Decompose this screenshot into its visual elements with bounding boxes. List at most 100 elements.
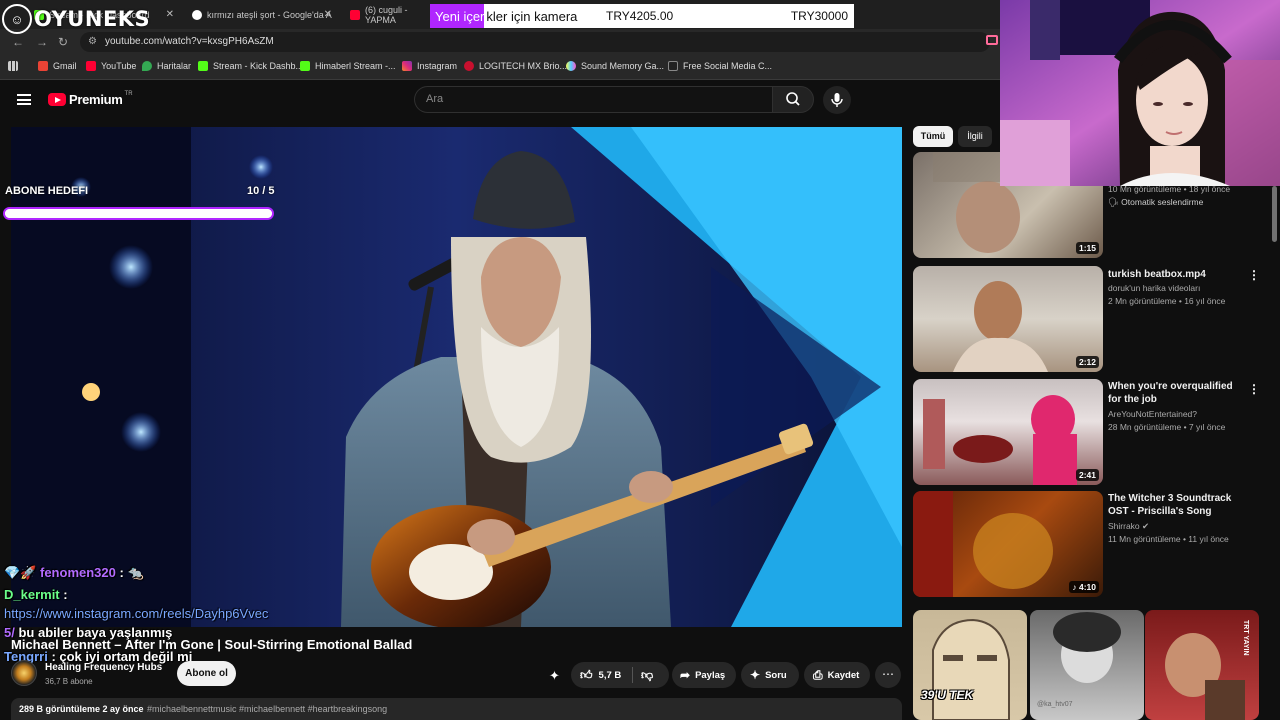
bookmark-instagram[interactable]: Instagram bbox=[402, 61, 457, 71]
video-duration: ♪ 4:10 bbox=[1069, 581, 1099, 593]
kick-icon bbox=[300, 61, 310, 71]
bookmark-logitech[interactable]: LOGITECH MX Brio... bbox=[464, 61, 567, 71]
youtube-icon bbox=[86, 61, 96, 71]
related-video-title[interactable]: The Witcher 3 Soundtrack OST - Priscilla… bbox=[1108, 492, 1243, 518]
bookmark-free-social[interactable]: Free Social Media C... bbox=[668, 61, 772, 71]
site-info-icon[interactable]: ⚙ bbox=[88, 36, 97, 47]
related-video-thumbnail[interactable]: 2:41 bbox=[913, 379, 1103, 485]
stream-logo: ☺ OYUNEKS bbox=[2, 2, 150, 36]
thumbnail-image bbox=[932, 618, 1010, 720]
url-field[interactable]: ⚙ youtube.com/watch?v=kxsgPH6AsZM bbox=[80, 32, 990, 52]
thumbnail-image bbox=[953, 281, 1048, 372]
search-input[interactable] bbox=[426, 93, 726, 105]
close-tab-icon[interactable]: ✕ bbox=[324, 9, 332, 20]
bookmark-youtube[interactable]: YouTube bbox=[86, 61, 136, 71]
bookmark-maps[interactable]: Haritalar bbox=[142, 61, 191, 71]
related-video-channel[interactable]: AreYouNotEntertained? bbox=[1108, 408, 1248, 421]
voice-search-button[interactable] bbox=[823, 86, 851, 114]
video-duration: 2:12 bbox=[1075, 356, 1099, 368]
bookmark-kick-dashboard[interactable]: Stream - Kick Dashb... bbox=[198, 61, 303, 71]
like-icon[interactable]: 👍︎ bbox=[580, 668, 593, 683]
donation-alert-banner: Yeni içer kler için kamera TRY4205.00 TRY… bbox=[430, 4, 854, 28]
short-caption: 39'U TEK bbox=[921, 688, 974, 702]
search-icon bbox=[786, 92, 800, 106]
related-video-thumbnail[interactable]: ♪ 4:10 bbox=[913, 491, 1103, 597]
channel-name[interactable]: Healing Frequency Hubs bbox=[45, 662, 162, 673]
bookmark-gmail[interactable]: Gmail bbox=[38, 61, 77, 71]
gmail-icon bbox=[38, 61, 48, 71]
divider bbox=[632, 667, 633, 683]
channel-avatar[interactable] bbox=[11, 660, 37, 686]
chat-username: fenomen320 bbox=[40, 565, 116, 580]
forward-icon[interactable]: → bbox=[36, 35, 48, 49]
instagram-icon bbox=[402, 61, 412, 71]
thumbnail-image bbox=[923, 395, 1077, 485]
video-frame bbox=[11, 127, 902, 627]
person-voice-icon: 🗣︎ bbox=[1108, 197, 1119, 207]
search-box bbox=[414, 86, 772, 113]
reload-icon[interactable]: ↻ bbox=[58, 35, 68, 49]
apps-icon[interactable] bbox=[8, 61, 23, 71]
ask-sparkle-icon: ✦ bbox=[750, 668, 761, 682]
description-box[interactable]: 289 B görüntüleme 2 ay önce #michaelbenn… bbox=[11, 698, 902, 720]
subscriber-goal-title: ABONE HEDEFI bbox=[5, 185, 89, 197]
chat-link: https://www.instagram.com/reels/Dayhp6Vv… bbox=[4, 606, 269, 621]
related-video-meta: 2 Mn görüntüleme • 16 yıl önce bbox=[1108, 296, 1226, 306]
browser-tab-google[interactable]: kırmızı ateşli şort - Google'da A ✕ bbox=[186, 4, 336, 26]
save-button[interactable]: ⎙ Kaydet bbox=[804, 662, 870, 688]
subscriber-goal-progress-fill bbox=[5, 209, 272, 218]
auto-dubbed-label: 🗣︎ Otomatik seslendirme bbox=[1108, 197, 1204, 207]
ask-button[interactable]: ✦ Soru bbox=[741, 662, 799, 688]
hashtags[interactable]: #michaelbennettmusic #michaelbennett #he… bbox=[147, 704, 387, 714]
related-video-title[interactable]: turkish beatbox.mp4 bbox=[1108, 268, 1243, 281]
related-video-title[interactable]: When you're overqualified for the job bbox=[1108, 380, 1243, 406]
bookmark-himaberl[interactable]: Himaberl Stream -... bbox=[300, 61, 396, 71]
filter-chip-related[interactable]: İlgili bbox=[958, 126, 992, 147]
short-thumbnail[interactable] bbox=[913, 610, 1027, 720]
youtube-play-icon bbox=[48, 93, 66, 106]
logo-region: TR bbox=[124, 90, 133, 97]
youtube-icon bbox=[350, 10, 360, 20]
vimeo-icon bbox=[668, 61, 678, 71]
youtube-premium-logo[interactable]: Premium TR bbox=[48, 90, 133, 107]
browser-tab-youtube[interactable]: (6) cuguli - YAPMA bbox=[344, 4, 434, 26]
game-icon bbox=[566, 61, 576, 71]
hamburger-menu-icon[interactable] bbox=[17, 94, 31, 105]
logitech-icon bbox=[464, 61, 474, 71]
chat-username: D_kermit bbox=[4, 587, 60, 602]
back-icon[interactable]: ← bbox=[12, 35, 24, 49]
tab-title: (6) cuguli - YAPMA bbox=[365, 5, 408, 25]
alert-goal-amount: TRY30000 bbox=[790, 9, 848, 23]
video-player[interactable] bbox=[11, 127, 902, 627]
related-video-thumbnail[interactable]: 2:12 bbox=[913, 266, 1103, 372]
filter-chip-all[interactable]: Tümü bbox=[913, 126, 953, 147]
more-options-icon[interactable]: ⋮ bbox=[1248, 268, 1260, 282]
bookmark-sound-memory[interactable]: Sound Memory Ga... bbox=[566, 61, 664, 71]
search-button[interactable] bbox=[772, 86, 814, 113]
sidebar-scrollbar[interactable] bbox=[1272, 186, 1277, 242]
related-video-channel[interactable]: Shirrako ✔︎ bbox=[1108, 520, 1248, 533]
more-actions-icon[interactable]: ⋯ bbox=[875, 662, 901, 688]
like-count[interactable]: 5,7 B bbox=[599, 670, 622, 681]
logo-emblem-icon: ☺ bbox=[2, 4, 32, 34]
dislike-icon[interactable]: 👎︎ bbox=[641, 668, 653, 683]
view-count-date: 289 B görüntüleme 2 ay önce bbox=[19, 704, 144, 714]
subscriber-goal-progress-bar bbox=[3, 207, 274, 220]
related-video-channel[interactable]: doruk'un harika videoları bbox=[1108, 282, 1248, 295]
cast-icon[interactable] bbox=[986, 35, 998, 45]
subscribe-button[interactable]: Abone ol bbox=[177, 661, 236, 686]
stream-logo-text: OYUNEKS bbox=[34, 7, 151, 31]
close-tab-icon[interactable]: ✕ bbox=[166, 9, 174, 20]
google-icon bbox=[192, 10, 202, 20]
short-channel-watermark: TRT YAYIN bbox=[1242, 620, 1249, 656]
url-text[interactable]: youtube.com/watch?v=kxsgPH6AsZM bbox=[105, 36, 274, 47]
kick-icon bbox=[198, 61, 208, 71]
microphone-icon bbox=[831, 93, 843, 107]
webcam-image bbox=[1000, 0, 1280, 186]
share-button[interactable]: ➦ Paylaş bbox=[672, 662, 736, 688]
bookmark-icon: ⎙ bbox=[813, 667, 823, 682]
sparkle-icon[interactable]: ✦ bbox=[549, 668, 560, 684]
channel-subscriber-count: 36,7 B abone bbox=[45, 677, 93, 686]
logo-text: Premium bbox=[69, 92, 123, 107]
more-options-icon[interactable]: ⋮ bbox=[1248, 382, 1260, 396]
